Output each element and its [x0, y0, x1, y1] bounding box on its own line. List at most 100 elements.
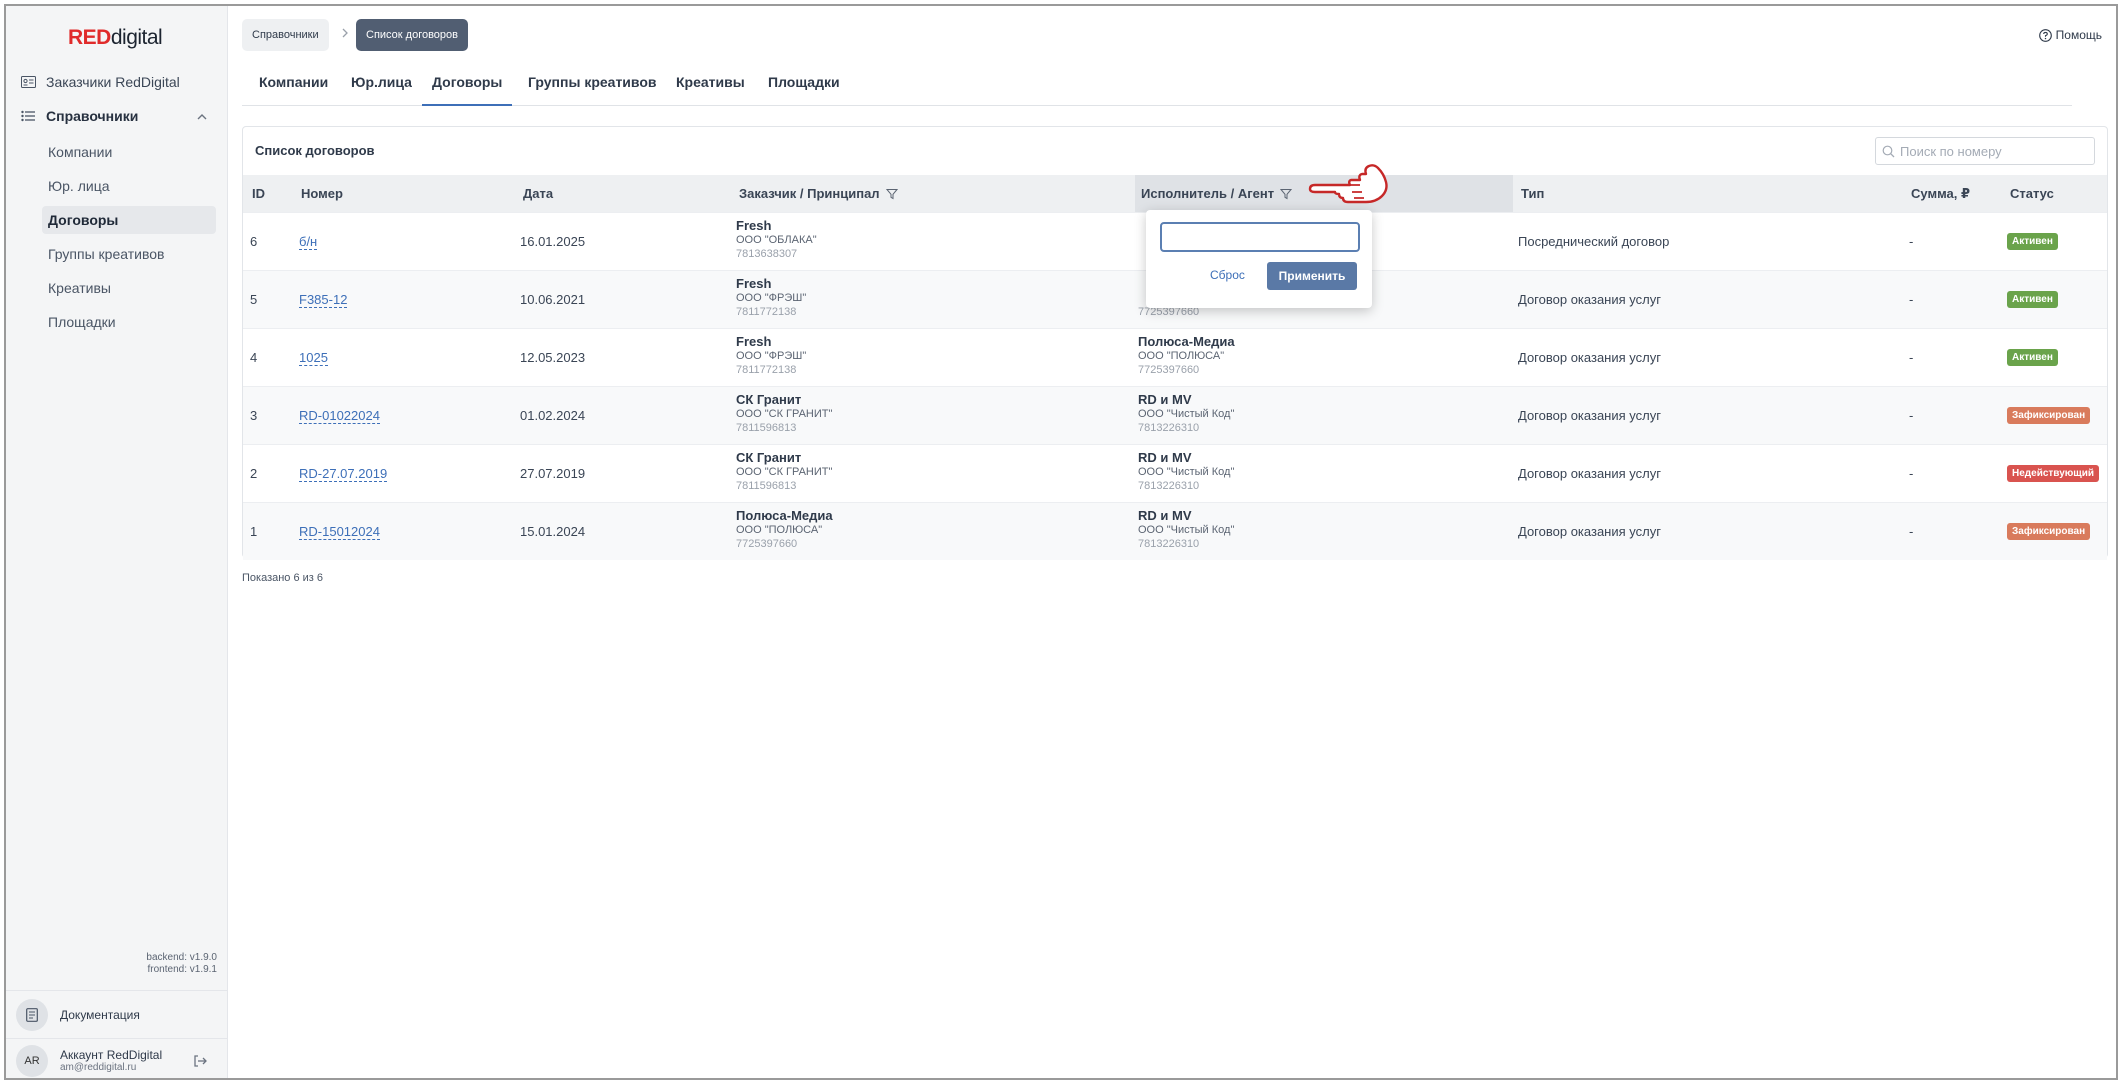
sidebar-item-customers[interactable]: Заказчики RedDigital	[20, 74, 180, 90]
filter-icon[interactable]	[1280, 188, 1293, 200]
breadcrumb-current: Список договоров	[356, 19, 468, 51]
cell-executor	[1138, 219, 1142, 261]
list-icon	[20, 109, 36, 123]
contract-number-link[interactable]: 1025	[299, 350, 328, 366]
help-link[interactable]: Помощь	[2038, 28, 2102, 42]
account-email: am@reddigital.ru	[60, 1062, 137, 1073]
status-badge: Зафиксирован	[2007, 523, 2091, 540]
column-number[interactable]: Номер	[301, 186, 343, 201]
sidebar-group-directories[interactable]: Справочники	[20, 108, 138, 124]
column-id[interactable]: ID	[252, 186, 265, 201]
column-status[interactable]: Статус	[2010, 186, 2054, 201]
search-box	[1875, 137, 2095, 165]
contract-number-link[interactable]: RD-15012024	[299, 524, 380, 540]
chevron-right-icon	[340, 26, 350, 42]
cell-type: Договор оказания услуг	[1518, 350, 1661, 365]
pointing-hand-icon	[1308, 164, 1388, 204]
contract-number-link[interactable]: б/н	[299, 234, 318, 250]
sidebar-item-platforms[interactable]: Площадки	[42, 308, 216, 336]
tab-creative-groups[interactable]: Группы креативов	[528, 74, 657, 106]
contract-number-link[interactable]: RD-01022024	[299, 408, 380, 424]
document-icon	[16, 998, 48, 1031]
status-badge: Активен	[2007, 291, 2058, 308]
sidebar-item-creatives[interactable]: Креативы	[42, 274, 216, 302]
cell-sum: -	[1909, 524, 1914, 539]
cell-customer: Полюса-Медиа ООО "ПОЛЮСА" 7725397660	[736, 508, 833, 551]
pagination-info: Показано 6 из 6	[242, 572, 324, 584]
cell-executor: RD и MV ООО "Чистый Код" 7813226310	[1138, 450, 1235, 493]
cell-customer: СК Гранит ООО "СК ГРАНИТ" 7811596813	[736, 450, 833, 493]
cell-type: Посреднический договор	[1518, 234, 1670, 249]
table-row[interactable]: 2 RD-27.07.2019 27.07.2019 СК Гранит ООО "СК…	[243, 444, 2107, 502]
sidebar-item-companies[interactable]: Компании	[42, 138, 216, 166]
cell-sum: -	[1909, 408, 1914, 423]
contracts-card: Список договоров ID Номер Дата Заказчик …	[242, 126, 2108, 560]
tabs: Компании Юр.лица Договоры Группы креатив…	[242, 64, 2072, 106]
cell-sum: -	[1909, 466, 1914, 481]
tab-companies[interactable]: Компании	[259, 74, 328, 106]
cell-type: Договор оказания услуг	[1518, 524, 1661, 539]
logo[interactable]: REDdigital	[68, 26, 163, 50]
breadcrumb-root[interactable]: Справочники	[242, 19, 329, 51]
cell-executor: Полюса-Медиа ООО "ПОЛЮСА" 7725397660	[1138, 334, 1235, 377]
cell-type: Договор оказания услуг	[1518, 408, 1661, 423]
id-card-icon	[20, 75, 36, 89]
cell-date: 01.02.2024	[520, 408, 586, 423]
tab-legal-entities[interactable]: Юр.лица	[351, 74, 412, 106]
cell-customer: Fresh ООО "ОБЛАКА" 7813638307	[736, 218, 817, 261]
apply-button[interactable]: Применить	[1267, 262, 1357, 290]
cell-date: 12.05.2023	[520, 350, 586, 365]
cell-sum: -	[1909, 350, 1914, 365]
cell-type: Договор оказания услуг	[1518, 292, 1661, 307]
table-row[interactable]: 1 RD-15012024 15.01.2024 Полюса-Медиа ООО "П…	[243, 502, 2107, 560]
cell-date: 16.01.2025	[520, 234, 586, 249]
tab-platforms[interactable]: Площадки	[768, 74, 840, 106]
cell-id: 4	[250, 350, 258, 365]
status-badge: Активен	[2007, 349, 2058, 366]
cell-sum: -	[1909, 234, 1914, 249]
filter-input[interactable]	[1160, 222, 1360, 252]
logout-icon[interactable]	[192, 1053, 208, 1069]
column-sum[interactable]: Сумма, ₽	[1911, 186, 1970, 202]
contract-number-link[interactable]: RD-27.07.2019	[299, 466, 388, 482]
sidebar-item-legal-entities[interactable]: Юр. лица	[42, 172, 216, 200]
search-icon	[1882, 145, 1895, 158]
account-panel: AR Аккаунт RedDigital am@reddigital.ru	[6, 1038, 228, 1078]
column-type[interactable]: Тип	[1521, 186, 1544, 201]
cell-type: Договор оказания услуг	[1518, 466, 1661, 481]
tab-creatives[interactable]: Креативы	[676, 74, 745, 106]
version-info: backend: v1.9.0 frontend: v1.9.1	[146, 952, 217, 975]
column-customer[interactable]: Заказчик / Принципал	[739, 186, 898, 201]
cell-customer: СК Гранит ООО "СК ГРАНИТ" 7811596813	[736, 392, 833, 435]
sidebar-item-creative-groups[interactable]: Группы креативов	[42, 240, 216, 268]
table-row[interactable]: 4 1025 12.05.2023 Fresh ООО "ФРЭШ" 7811772138…	[243, 328, 2107, 386]
status-badge: Недействующий	[2007, 465, 2100, 482]
cell-customer: Fresh ООО "ФРЭШ" 7811772138	[736, 276, 807, 319]
chevron-up-icon[interactable]	[196, 110, 208, 122]
tab-contracts[interactable]: Договоры	[422, 74, 513, 106]
documentation-link[interactable]: Документация	[6, 990, 228, 1038]
app-window: REDdigital Заказчики RedDigital Справочн…	[4, 4, 2118, 1080]
reset-button[interactable]: Сброс	[1210, 268, 1245, 282]
avatar[interactable]: AR	[16, 1044, 48, 1077]
sidebar-item-contracts[interactable]: Договоры	[42, 206, 216, 234]
cell-date: 15.01.2024	[520, 524, 586, 539]
column-executor[interactable]: Исполнитель / Агент	[1141, 186, 1293, 201]
search-input[interactable]	[1900, 143, 2085, 159]
executor-filter-popup: Сброс Применить	[1146, 210, 1372, 308]
cell-id: 6	[250, 234, 258, 249]
table-row[interactable]: 3 RD-01022024 01.02.2024 СК Гранит ООО "СК Г…	[243, 386, 2107, 444]
cell-id: 1	[250, 524, 258, 539]
column-date[interactable]: Дата	[523, 186, 553, 201]
card-title: Список договоров	[255, 143, 375, 158]
cell-id: 3	[250, 408, 258, 423]
cell-executor: RD и MV ООО "Чистый Код" 7813226310	[1138, 508, 1235, 551]
account-name: Аккаунт RedDigital	[60, 1048, 163, 1062]
filter-icon[interactable]	[885, 188, 898, 200]
contract-number-link[interactable]: F385-12	[299, 292, 348, 308]
cell-date: 27.07.2019	[520, 466, 586, 481]
status-badge: Активен	[2007, 233, 2058, 250]
cell-customer: Fresh ООО "ФРЭШ" 7811772138	[736, 334, 807, 377]
table-header: ID Номер Дата Заказчик / Принципал Испол…	[243, 175, 2107, 212]
cell-date: 10.06.2021	[520, 292, 586, 307]
